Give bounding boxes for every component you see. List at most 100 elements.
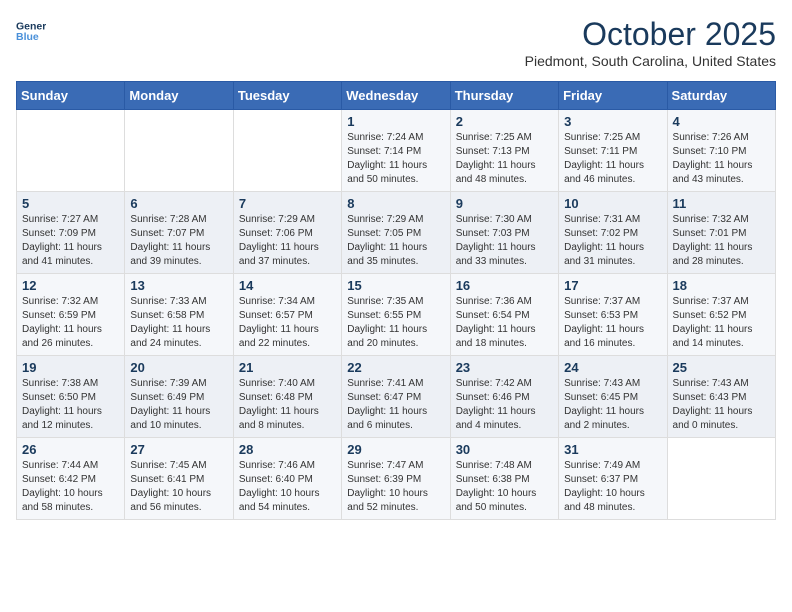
day-info: Sunrise: 7:39 AM Sunset: 6:49 PM Dayligh… xyxy=(130,377,227,433)
calendar-cell: 24 Sunrise: 7:43 AM Sunset: 6:45 PM Dayli… xyxy=(559,356,667,438)
day-info: Sunrise: 7:28 AM Sunset: 7:07 PM Dayligh… xyxy=(130,213,227,269)
day-number: 29 xyxy=(347,442,444,457)
calendar-cell: 20 Sunrise: 7:39 AM Sunset: 6:49 PM Dayli… xyxy=(125,356,233,438)
col-header-thursday: Thursday xyxy=(450,82,558,110)
day-number: 22 xyxy=(347,360,444,375)
day-number: 24 xyxy=(564,360,661,375)
calendar-cell xyxy=(233,110,341,192)
day-info: Sunrise: 7:44 AM Sunset: 6:42 PM Dayligh… xyxy=(22,459,119,515)
calendar-cell: 2 Sunrise: 7:25 AM Sunset: 7:13 PM Daylig… xyxy=(450,110,558,192)
col-header-tuesday: Tuesday xyxy=(233,82,341,110)
col-header-sunday: Sunday xyxy=(17,82,125,110)
day-info: Sunrise: 7:42 AM Sunset: 6:46 PM Dayligh… xyxy=(456,377,553,433)
day-info: Sunrise: 7:31 AM Sunset: 7:02 PM Dayligh… xyxy=(564,213,661,269)
day-number: 7 xyxy=(239,196,336,211)
day-number: 19 xyxy=(22,360,119,375)
day-info: Sunrise: 7:30 AM Sunset: 7:03 PM Dayligh… xyxy=(456,213,553,269)
day-info: Sunrise: 7:37 AM Sunset: 6:52 PM Dayligh… xyxy=(673,295,770,351)
day-number: 20 xyxy=(130,360,227,375)
logo: General Blue xyxy=(16,16,46,46)
day-info: Sunrise: 7:36 AM Sunset: 6:54 PM Dayligh… xyxy=(456,295,553,351)
day-info: Sunrise: 7:24 AM Sunset: 7:14 PM Dayligh… xyxy=(347,131,444,187)
day-number: 14 xyxy=(239,278,336,293)
calendar-cell: 29Sunrise: 7:47 AM Sunset: 6:39 PM Dayli… xyxy=(342,438,450,520)
calendar-cell: 9 Sunrise: 7:30 AM Sunset: 7:03 PM Daylig… xyxy=(450,192,558,274)
calendar-cell: 15 Sunrise: 7:35 AM Sunset: 6:55 PM Dayli… xyxy=(342,274,450,356)
calendar-cell xyxy=(125,110,233,192)
day-number: 23 xyxy=(456,360,553,375)
day-info: Sunrise: 7:32 AM Sunset: 6:59 PM Dayligh… xyxy=(22,295,119,351)
day-info: Sunrise: 7:48 AM Sunset: 6:38 PM Dayligh… xyxy=(456,459,553,515)
day-number: 4 xyxy=(673,114,770,129)
col-header-monday: Monday xyxy=(125,82,233,110)
day-info: Sunrise: 7:25 AM Sunset: 7:11 PM Dayligh… xyxy=(564,131,661,187)
day-number: 1 xyxy=(347,114,444,129)
day-number: 2 xyxy=(456,114,553,129)
day-number: 5 xyxy=(22,196,119,211)
calendar-week-1: 1 Sunrise: 7:24 AM Sunset: 7:14 PM Daylig… xyxy=(17,110,776,192)
day-number: 9 xyxy=(456,196,553,211)
day-info: Sunrise: 7:29 AM Sunset: 7:05 PM Dayligh… xyxy=(347,213,444,269)
calendar-cell: 14 Sunrise: 7:34 AM Sunset: 6:57 PM Dayli… xyxy=(233,274,341,356)
calendar-cell: 28 Sunrise: 7:46 AM Sunset: 6:40 PM Dayli… xyxy=(233,438,341,520)
calendar-cell: 3Sunrise: 7:25 AM Sunset: 7:11 PM Daylig… xyxy=(559,110,667,192)
logo-icon: General Blue xyxy=(16,16,46,46)
day-number: 11 xyxy=(673,196,770,211)
day-number: 30 xyxy=(456,442,553,457)
col-header-friday: Friday xyxy=(559,82,667,110)
day-number: 10 xyxy=(564,196,661,211)
calendar-cell: 25 Sunrise: 7:43 AM Sunset: 6:43 PM Dayli… xyxy=(667,356,775,438)
calendar-table: SundayMondayTuesdayWednesdayThursdayFrid… xyxy=(16,81,776,520)
calendar-cell: 26Sunrise: 7:44 AM Sunset: 6:42 PM Dayli… xyxy=(17,438,125,520)
day-info: Sunrise: 7:38 AM Sunset: 6:50 PM Dayligh… xyxy=(22,377,119,433)
calendar-cell: 1 Sunrise: 7:24 AM Sunset: 7:14 PM Daylig… xyxy=(342,110,450,192)
location-text: Piedmont, South Carolina, United States xyxy=(525,53,776,69)
day-info: Sunrise: 7:34 AM Sunset: 6:57 PM Dayligh… xyxy=(239,295,336,351)
calendar-cell: 31Sunrise: 7:49 AM Sunset: 6:37 PM Dayli… xyxy=(559,438,667,520)
day-info: Sunrise: 7:25 AM Sunset: 7:13 PM Dayligh… xyxy=(456,131,553,187)
day-info: Sunrise: 7:29 AM Sunset: 7:06 PM Dayligh… xyxy=(239,213,336,269)
day-number: 12 xyxy=(22,278,119,293)
calendar-cell xyxy=(667,438,775,520)
calendar-cell: 23 Sunrise: 7:42 AM Sunset: 6:46 PM Dayli… xyxy=(450,356,558,438)
day-number: 25 xyxy=(673,360,770,375)
day-info: Sunrise: 7:32 AM Sunset: 7:01 PM Dayligh… xyxy=(673,213,770,269)
day-number: 18 xyxy=(673,278,770,293)
day-info: Sunrise: 7:27 AM Sunset: 7:09 PM Dayligh… xyxy=(22,213,119,269)
day-info: Sunrise: 7:43 AM Sunset: 6:45 PM Dayligh… xyxy=(564,377,661,433)
month-title: October 2025 xyxy=(525,16,776,53)
day-info: Sunrise: 7:46 AM Sunset: 6:40 PM Dayligh… xyxy=(239,459,336,515)
svg-text:Blue: Blue xyxy=(16,31,39,43)
day-number: 8 xyxy=(347,196,444,211)
calendar-cell xyxy=(17,110,125,192)
title-block: October 2025 Piedmont, South Carolina, U… xyxy=(525,16,776,69)
day-info: Sunrise: 7:43 AM Sunset: 6:43 PM Dayligh… xyxy=(673,377,770,433)
calendar-week-4: 19 Sunrise: 7:38 AM Sunset: 6:50 PM Dayli… xyxy=(17,356,776,438)
col-header-wednesday: Wednesday xyxy=(342,82,450,110)
day-number: 16 xyxy=(456,278,553,293)
day-number: 15 xyxy=(347,278,444,293)
calendar-cell: 19 Sunrise: 7:38 AM Sunset: 6:50 PM Dayli… xyxy=(17,356,125,438)
calendar-cell: 13Sunrise: 7:33 AM Sunset: 6:58 PM Dayli… xyxy=(125,274,233,356)
calendar-cell: 11 Sunrise: 7:32 AM Sunset: 7:01 PM Dayli… xyxy=(667,192,775,274)
calendar-header-row: SundayMondayTuesdayWednesdayThursdayFrid… xyxy=(17,82,776,110)
day-number: 21 xyxy=(239,360,336,375)
day-info: Sunrise: 7:35 AM Sunset: 6:55 PM Dayligh… xyxy=(347,295,444,351)
calendar-week-2: 5 Sunrise: 7:27 AM Sunset: 7:09 PM Daylig… xyxy=(17,192,776,274)
day-number: 6 xyxy=(130,196,227,211)
day-number: 13 xyxy=(130,278,227,293)
day-info: Sunrise: 7:49 AM Sunset: 6:37 PM Dayligh… xyxy=(564,459,661,515)
day-number: 27 xyxy=(130,442,227,457)
calendar-cell: 16 Sunrise: 7:36 AM Sunset: 6:54 PM Dayli… xyxy=(450,274,558,356)
calendar-cell: 18 Sunrise: 7:37 AM Sunset: 6:52 PM Dayli… xyxy=(667,274,775,356)
day-info: Sunrise: 7:37 AM Sunset: 6:53 PM Dayligh… xyxy=(564,295,661,351)
page-header: General Blue October 2025 Piedmont, Sout… xyxy=(16,16,776,69)
calendar-cell: 22Sunrise: 7:41 AM Sunset: 6:47 PM Dayli… xyxy=(342,356,450,438)
calendar-week-5: 26Sunrise: 7:44 AM Sunset: 6:42 PM Dayli… xyxy=(17,438,776,520)
day-info: Sunrise: 7:40 AM Sunset: 6:48 PM Dayligh… xyxy=(239,377,336,433)
calendar-cell: 5 Sunrise: 7:27 AM Sunset: 7:09 PM Daylig… xyxy=(17,192,125,274)
day-number: 28 xyxy=(239,442,336,457)
calendar-cell: 27Sunrise: 7:45 AM Sunset: 6:41 PM Dayli… xyxy=(125,438,233,520)
col-header-saturday: Saturday xyxy=(667,82,775,110)
calendar-cell: 12 Sunrise: 7:32 AM Sunset: 6:59 PM Dayli… xyxy=(17,274,125,356)
